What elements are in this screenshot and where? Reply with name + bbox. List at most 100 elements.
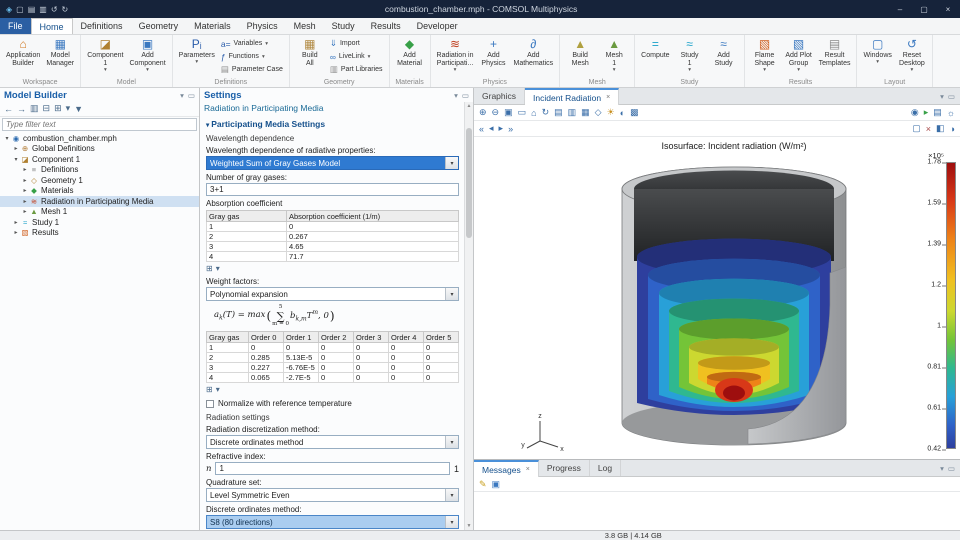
ribbon-button-parameters[interactable]: PᵢParameters▾ bbox=[176, 36, 218, 66]
chevron-down-icon[interactable]: ▾ bbox=[445, 157, 458, 169]
ribbon-button-parameter-case[interactable]: ▤Parameter Case bbox=[218, 63, 286, 76]
color-theme-icon[interactable]: ◧ bbox=[936, 123, 945, 134]
table-cell[interactable]: 0 bbox=[389, 363, 424, 373]
ribbon-button-model-manager[interactable]: ▦Model Manager bbox=[43, 36, 77, 69]
next-plot-icon[interactable]: ▸ bbox=[499, 123, 504, 134]
image-snapshot-icon[interactable]: ◉ bbox=[911, 107, 919, 118]
panel-menu-icon[interactable]: ▾ bbox=[180, 91, 184, 100]
table-cell[interactable]: -2.7E-5 bbox=[284, 373, 319, 383]
ribbon-button-add-plot-group[interactable]: ▧Add Plot Group▾ bbox=[782, 36, 816, 74]
clear-log-icon[interactable]: ✎ bbox=[479, 479, 487, 490]
tree-item-combustion-chamber-mph[interactable]: ▾◉combustion_chamber.mph bbox=[0, 133, 199, 144]
view-yz-icon[interactable]: ▥ bbox=[568, 107, 577, 118]
chevron-right-icon[interactable]: ▸ bbox=[12, 219, 20, 226]
tab-graphics[interactable]: Graphics bbox=[474, 88, 525, 104]
tree-item-definitions[interactable]: ▸≡Definitions bbox=[0, 165, 199, 176]
filter-input[interactable] bbox=[2, 118, 197, 131]
menu-physics[interactable]: Physics bbox=[239, 18, 286, 34]
ribbon-button-variables[interactable]: a=Variables▾ bbox=[218, 37, 286, 50]
ribbon-button-application-builder[interactable]: ⌂Application Builder bbox=[3, 36, 43, 69]
row-index-cell[interactable]: 2 bbox=[207, 232, 287, 242]
table-cell[interactable]: 0 bbox=[424, 343, 459, 353]
table-cell[interactable]: 0 bbox=[424, 353, 459, 363]
ribbon-button-reset-desktop[interactable]: ↺Reset Desktop▾ bbox=[895, 36, 929, 74]
chevron-right-icon[interactable]: ▸ bbox=[21, 198, 29, 205]
normalize-checkbox-row[interactable]: Normalize with reference temperature bbox=[206, 396, 459, 410]
radiative-properties-select[interactable]: Weighted Sum of Gray Gases Model ▾ bbox=[206, 156, 459, 170]
table-cell[interactable]: 0.285 bbox=[249, 353, 284, 363]
table-cell[interactable]: 71.7 bbox=[287, 252, 459, 262]
back-icon[interactable]: ← bbox=[4, 104, 13, 114]
table-cell[interactable]: 0.267 bbox=[287, 232, 459, 242]
collapse-all-icon[interactable]: ⊟ bbox=[43, 103, 51, 114]
panel-float-icon[interactable]: ▭ bbox=[948, 92, 955, 101]
menu-home[interactable]: Home bbox=[31, 18, 73, 34]
chevron-right-icon[interactable]: ▸ bbox=[12, 145, 20, 152]
ribbon-button-add-material[interactable]: ◆Add Material bbox=[393, 36, 427, 69]
table-cell[interactable]: 0 bbox=[354, 363, 389, 373]
table-cell[interactable]: 0 bbox=[249, 343, 284, 353]
table-cell[interactable]: 0 bbox=[287, 222, 459, 232]
menu-definitions[interactable]: Definitions bbox=[73, 18, 131, 34]
tree-item-results[interactable]: ▸▧Results bbox=[0, 228, 199, 239]
tree-item-mesh-1[interactable]: ▸▲Mesh 1 bbox=[0, 207, 199, 218]
table-cell[interactable]: 0 bbox=[389, 353, 424, 363]
chevron-down-icon[interactable]: ▾ bbox=[445, 489, 458, 501]
row-index-cell[interactable]: 2 bbox=[207, 353, 249, 363]
panel-float-icon[interactable]: ▭ bbox=[188, 91, 195, 100]
menu-geometry[interactable]: Geometry bbox=[131, 18, 187, 34]
expand-all-icon[interactable]: ⊞ bbox=[54, 103, 62, 114]
row-index-cell[interactable]: 1 bbox=[207, 222, 287, 232]
last-plot-icon[interactable]: » bbox=[508, 124, 513, 134]
table-cell[interactable]: 0 bbox=[424, 363, 459, 373]
close-icon[interactable]: × bbox=[606, 94, 610, 101]
chevron-down-icon[interactable]: ▾ bbox=[445, 516, 458, 528]
table-cell[interactable]: 0 bbox=[319, 373, 354, 383]
minimize-icon[interactable]: – bbox=[888, 5, 912, 14]
settings-scrollbar[interactable]: ▲ ▼ bbox=[464, 102, 473, 530]
print-icon[interactable]: ▤ bbox=[933, 107, 942, 118]
row-index-cell[interactable]: 4 bbox=[207, 373, 249, 383]
chevron-down-icon[interactable]: ▾ bbox=[12, 156, 20, 163]
row-index-cell[interactable]: 3 bbox=[207, 242, 287, 252]
panel-menu-icon[interactable]: ▾ bbox=[454, 91, 458, 100]
scene-light-icon[interactable]: ☀ bbox=[607, 107, 615, 118]
view-xy-icon[interactable]: ▤ bbox=[554, 107, 563, 118]
chevron-right-icon[interactable]: ▸ bbox=[21, 187, 29, 194]
close-icon[interactable]: × bbox=[936, 5, 960, 14]
ribbon-button-compute[interactable]: =Compute bbox=[638, 36, 672, 61]
wireframe-icon[interactable]: ▩ bbox=[630, 107, 639, 118]
tab-log[interactable]: Log bbox=[590, 460, 621, 476]
perspective-icon[interactable]: ◇ bbox=[595, 107, 602, 118]
tree-item-materials[interactable]: ▸◆Materials bbox=[0, 186, 199, 197]
zoom-box-icon[interactable]: ▭ bbox=[518, 107, 527, 118]
maximize-icon[interactable]: ▢ bbox=[912, 5, 936, 14]
add-row-icon[interactable]: ⊞ bbox=[206, 385, 213, 394]
discretization-select[interactable]: Discrete ordinates method ▾ bbox=[206, 435, 459, 449]
scroll-up-icon[interactable]: ▲ bbox=[465, 103, 473, 109]
table-cell[interactable]: 0 bbox=[424, 373, 459, 383]
show-hide-icon[interactable]: ▥ bbox=[30, 103, 39, 114]
table-cell[interactable]: 4.65 bbox=[287, 242, 459, 252]
new-file-icon[interactable]: ▢ bbox=[16, 5, 24, 14]
table-cell[interactable]: 0 bbox=[354, 353, 389, 363]
chevron-right-icon[interactable]: ▸ bbox=[12, 229, 20, 236]
table-cell[interactable]: 5.13E-5 bbox=[284, 353, 319, 363]
add-row-icon[interactable]: ⊞ bbox=[206, 264, 213, 273]
refractive-index-input[interactable]: 1 bbox=[215, 462, 450, 475]
ribbon-button-add-component[interactable]: ▣Add Component▾ bbox=[126, 36, 168, 74]
tree-item-geometry-1[interactable]: ▸◇Geometry 1 bbox=[0, 175, 199, 186]
menu-mesh[interactable]: Mesh bbox=[286, 18, 324, 34]
scroll-down-icon[interactable]: ▼ bbox=[465, 523, 473, 529]
undo-icon[interactable]: ↺ bbox=[51, 5, 58, 14]
ribbon-button-flame-shape[interactable]: ▧Flame Shape▾ bbox=[748, 36, 782, 74]
ribbon-button-windows[interactable]: ▢Windows▾ bbox=[860, 36, 894, 66]
select-box-icon[interactable]: ▢ bbox=[912, 123, 921, 134]
row-index-cell[interactable]: 4 bbox=[207, 252, 287, 262]
tab-incident-radiation[interactable]: Incident Radiation × bbox=[525, 88, 619, 105]
ribbon-button-part-libraries[interactable]: ▥Part Libraries bbox=[327, 63, 386, 76]
row-index-cell[interactable]: 1 bbox=[207, 343, 249, 353]
ribbon-button-result-templates[interactable]: ▤Result Templates bbox=[816, 36, 854, 69]
table-cell[interactable]: 0 bbox=[354, 373, 389, 383]
ordinates-select[interactable]: S8 (80 directions) ▾ bbox=[206, 515, 459, 529]
